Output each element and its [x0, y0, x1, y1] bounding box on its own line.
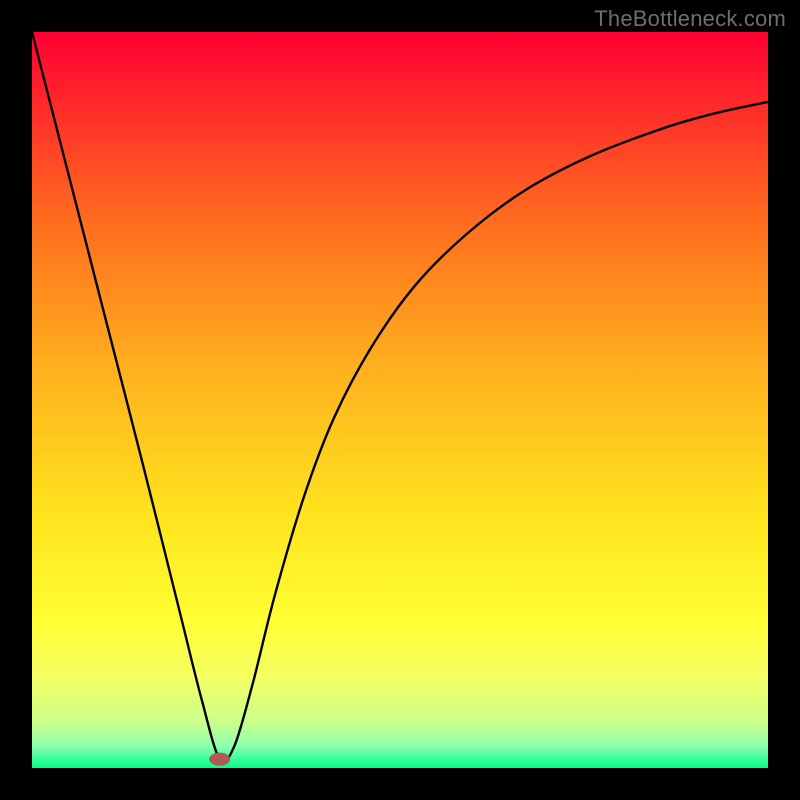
- minimum-marker: [210, 753, 230, 765]
- stage: TheBottleneck.com: [0, 0, 800, 800]
- plot-area: [32, 32, 768, 768]
- watermark-text: TheBottleneck.com: [594, 6, 786, 32]
- chart-background: [32, 32, 768, 768]
- bottleneck-chart: [32, 32, 768, 768]
